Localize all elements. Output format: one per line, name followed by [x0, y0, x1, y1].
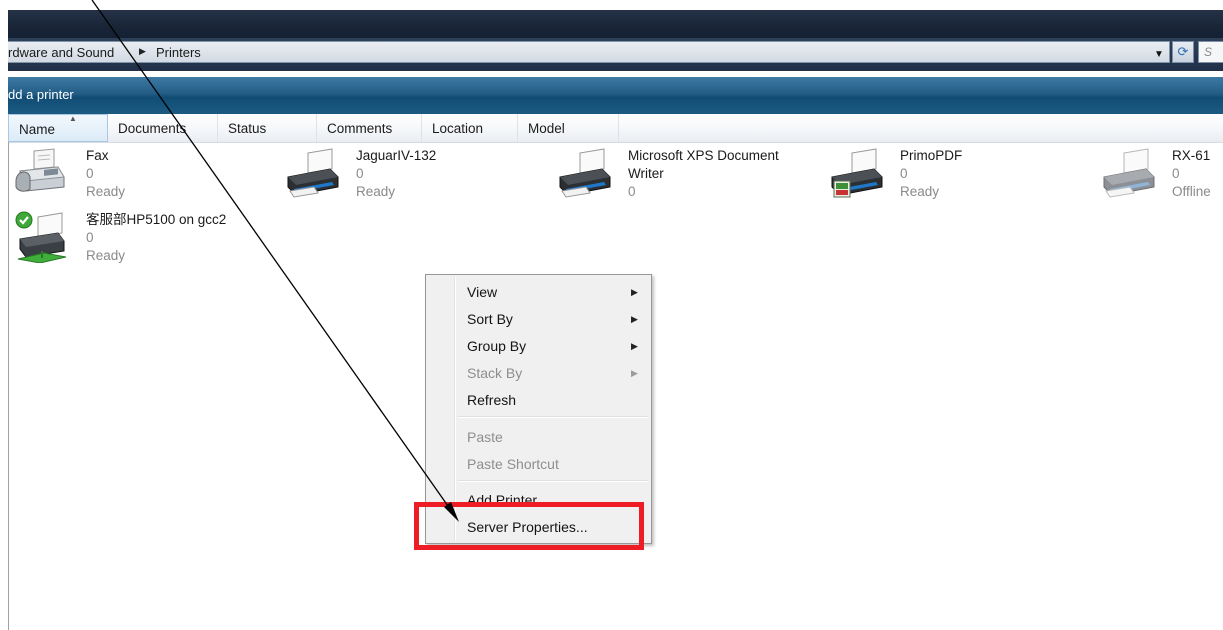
printer-status: Ready [86, 248, 126, 263]
printer-icon [831, 148, 883, 198]
menu-item-stack-by[interactable]: Stack By [467, 364, 522, 382]
fax-icon [15, 148, 65, 192]
window-title-bar [8, 10, 1223, 38]
refresh-icon[interactable]: ⟳ [1172, 41, 1194, 63]
printer-name: JaguarIV-132 [356, 148, 437, 163]
printer-name: 客服部HP5100 on gcc2 [86, 212, 227, 227]
chevron-right-icon: ▶ [631, 314, 638, 324]
printer-status: Ready [86, 184, 126, 199]
pdf-badge-icon [833, 180, 851, 198]
column-header-documents[interactable]: Documents [108, 114, 218, 142]
printer-icon [1103, 148, 1155, 198]
printer-doc-count: 0 [356, 166, 364, 181]
printer-name: Fax [86, 148, 109, 163]
printer-icon [559, 148, 611, 198]
printer-name: PrimoPDF [900, 148, 963, 163]
printer-name: RX-61 [1172, 148, 1211, 163]
column-header-location[interactable]: Location [422, 114, 518, 142]
printer-doc-count: 0 [900, 166, 908, 181]
address-bar[interactable]: rdware and Sound ▶ Printers ▼ [8, 41, 1170, 63]
menu-item-paste-shortcut[interactable]: Paste Shortcut [467, 455, 559, 473]
column-headers: ▲ Name Documents Status Comments Locatio… [8, 114, 1223, 143]
menu-item-view[interactable]: View [467, 283, 497, 301]
printer-doc-count: 0 [86, 230, 94, 245]
printer-icon [15, 211, 67, 263]
chevron-right-icon: ▶ [631, 368, 638, 378]
printer-doc-count: 0 [1172, 166, 1180, 181]
menu-item-refresh[interactable]: Refresh [467, 391, 516, 409]
printer-doc-count: 0 [628, 184, 636, 199]
column-header-model[interactable]: Model [518, 114, 619, 142]
printer-icon [287, 148, 339, 198]
window-left-border [8, 142, 9, 630]
menu-item-group-by[interactable]: Group By [467, 337, 526, 355]
column-header-status[interactable]: Status [218, 114, 317, 142]
command-bar: dd a printer [8, 77, 1223, 114]
highlight-box [414, 502, 644, 550]
menu-separator [458, 480, 648, 482]
printer-name: Microsoft XPS Document [628, 148, 779, 163]
printer-name-continued: Writer [628, 166, 664, 181]
column-header-name[interactable]: ▲ Name [8, 114, 108, 142]
sort-up-icon: ▲ [69, 114, 77, 123]
search-input[interactable]: S [1198, 41, 1223, 63]
column-header-comments[interactable]: Comments [317, 114, 422, 142]
chevron-right-icon: ▶ [631, 287, 638, 297]
printers-window: rdware and Sound ▶ Printers ▼ ⟳ S dd a p… [0, 0, 1223, 630]
printer-doc-count: 0 [86, 166, 94, 181]
chevron-down-icon[interactable]: ▼ [1150, 45, 1168, 65]
printer-status: Offline [1172, 184, 1211, 199]
menu-separator [458, 416, 648, 418]
menu-item-paste[interactable]: Paste [467, 428, 503, 446]
address-bar-row: rdware and Sound ▶ Printers ▼ ⟳ S [8, 38, 1223, 71]
breadcrumb-hardware-and-sound[interactable]: rdware and Sound [8, 45, 114, 60]
printer-status: Ready [356, 184, 396, 199]
chevron-right-icon[interactable]: ▶ [139, 46, 146, 57]
add-printer-button[interactable]: dd a printer [8, 87, 74, 102]
default-check-icon [15, 211, 33, 229]
menu-item-sort-by[interactable]: Sort By [467, 310, 513, 328]
breadcrumb-printers[interactable]: Printers [156, 45, 201, 60]
printer-status: Ready [900, 184, 940, 199]
chevron-right-icon: ▶ [631, 341, 638, 351]
